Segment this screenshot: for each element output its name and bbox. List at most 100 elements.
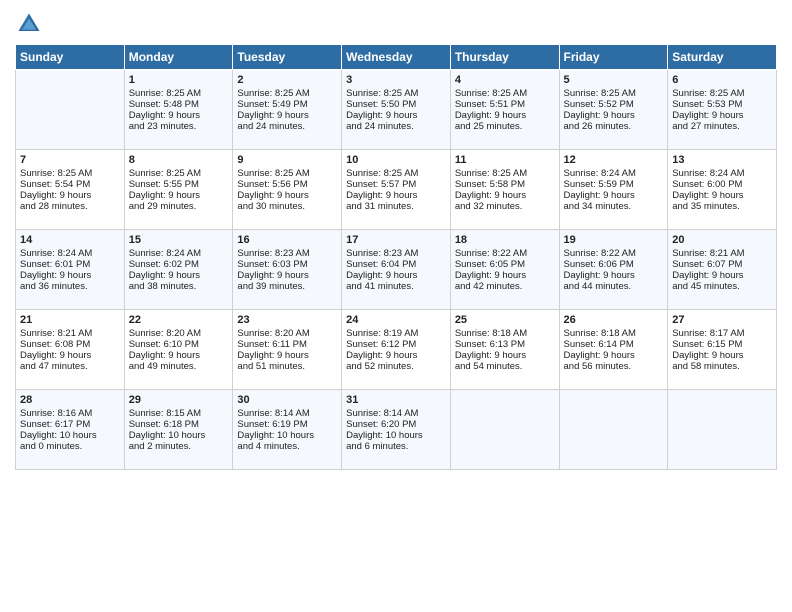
cell-line: Sunrise: 8:21 AM <box>20 328 120 339</box>
cell-line: Daylight: 9 hours <box>20 350 120 361</box>
cell-line: Daylight: 9 hours <box>129 270 229 281</box>
cell-line: and 31 minutes. <box>346 201 446 212</box>
cell-line: and 49 minutes. <box>129 361 229 372</box>
calendar-cell: 19Sunrise: 8:22 AMSunset: 6:06 PMDayligh… <box>559 230 668 310</box>
cell-line: Daylight: 9 hours <box>237 110 337 121</box>
cell-line: and 2 minutes. <box>129 441 229 452</box>
cell-line: and 0 minutes. <box>20 441 120 452</box>
cell-line: Sunrise: 8:25 AM <box>346 88 446 99</box>
week-row-5: 28Sunrise: 8:16 AMSunset: 6:17 PMDayligh… <box>16 390 777 470</box>
cell-line: Sunrise: 8:24 AM <box>20 248 120 259</box>
calendar-cell: 31Sunrise: 8:14 AMSunset: 6:20 PMDayligh… <box>342 390 451 470</box>
week-row-3: 14Sunrise: 8:24 AMSunset: 6:01 PMDayligh… <box>16 230 777 310</box>
cell-line: Daylight: 9 hours <box>455 270 555 281</box>
day-number: 18 <box>455 234 555 246</box>
cell-line: and 25 minutes. <box>455 121 555 132</box>
week-row-4: 21Sunrise: 8:21 AMSunset: 6:08 PMDayligh… <box>16 310 777 390</box>
cell-line: Sunset: 6:19 PM <box>237 419 337 430</box>
cell-line: Sunset: 6:00 PM <box>672 179 772 190</box>
cell-line: Daylight: 9 hours <box>129 110 229 121</box>
day-number: 27 <box>672 314 772 326</box>
calendar-cell: 13Sunrise: 8:24 AMSunset: 6:00 PMDayligh… <box>668 150 777 230</box>
cell-line: Daylight: 9 hours <box>237 270 337 281</box>
cell-line: Sunset: 6:17 PM <box>20 419 120 430</box>
week-row-1: 1Sunrise: 8:25 AMSunset: 5:48 PMDaylight… <box>16 70 777 150</box>
cell-line: Sunset: 6:20 PM <box>346 419 446 430</box>
cell-line: Daylight: 9 hours <box>564 110 664 121</box>
day-number: 10 <box>346 154 446 166</box>
page-container: SundayMondayTuesdayWednesdayThursdayFrid… <box>0 0 792 480</box>
calendar-cell: 25Sunrise: 8:18 AMSunset: 6:13 PMDayligh… <box>450 310 559 390</box>
cell-line: and 34 minutes. <box>564 201 664 212</box>
day-header-tuesday: Tuesday <box>233 45 342 70</box>
cell-line: Sunrise: 8:15 AM <box>129 408 229 419</box>
cell-line: Daylight: 10 hours <box>20 430 120 441</box>
day-number: 4 <box>455 74 555 86</box>
day-number: 2 <box>237 74 337 86</box>
cell-line: Sunrise: 8:25 AM <box>672 88 772 99</box>
cell-line: Sunrise: 8:20 AM <box>237 328 337 339</box>
calendar-cell: 26Sunrise: 8:18 AMSunset: 6:14 PMDayligh… <box>559 310 668 390</box>
cell-line: and 45 minutes. <box>672 281 772 292</box>
calendar-cell: 11Sunrise: 8:25 AMSunset: 5:58 PMDayligh… <box>450 150 559 230</box>
day-number: 19 <box>564 234 664 246</box>
calendar-cell: 2Sunrise: 8:25 AMSunset: 5:49 PMDaylight… <box>233 70 342 150</box>
cell-line: Sunrise: 8:25 AM <box>129 168 229 179</box>
cell-line: Sunset: 6:05 PM <box>455 259 555 270</box>
calendar-cell: 8 Sunrise: 8:25 AMSunset: 5:55 PMDaylight… <box>124 150 233 230</box>
calendar-cell: 14Sunrise: 8:24 AMSunset: 6:01 PMDayligh… <box>16 230 125 310</box>
cell-line: Daylight: 9 hours <box>129 190 229 201</box>
cell-line: Sunset: 5:55 PM <box>129 179 229 190</box>
day-number: 23 <box>237 314 337 326</box>
calendar-cell: 27Sunrise: 8:17 AMSunset: 6:15 PMDayligh… <box>668 310 777 390</box>
calendar-cell: 15Sunrise: 8:24 AMSunset: 6:02 PMDayligh… <box>124 230 233 310</box>
cell-line: and 47 minutes. <box>20 361 120 372</box>
cell-line: Sunrise: 8:25 AM <box>455 168 555 179</box>
cell-line: Sunset: 6:08 PM <box>20 339 120 350</box>
day-number: 29 <box>129 394 229 406</box>
day-header-saturday: Saturday <box>668 45 777 70</box>
day-number: 7 <box>20 154 120 166</box>
cell-line: and 52 minutes. <box>346 361 446 372</box>
cell-line: Daylight: 9 hours <box>564 350 664 361</box>
day-number: 8 <box>129 154 229 166</box>
cell-line: and 23 minutes. <box>129 121 229 132</box>
calendar-cell: 20Sunrise: 8:21 AMSunset: 6:07 PMDayligh… <box>668 230 777 310</box>
cell-line: Sunset: 6:07 PM <box>672 259 772 270</box>
cell-line: and 56 minutes. <box>564 361 664 372</box>
cell-line: and 38 minutes. <box>129 281 229 292</box>
day-number: 25 <box>455 314 555 326</box>
header-row: SundayMondayTuesdayWednesdayThursdayFrid… <box>16 45 777 70</box>
cell-line: Daylight: 9 hours <box>129 350 229 361</box>
cell-line: Sunset: 5:58 PM <box>455 179 555 190</box>
cell-line: and 39 minutes. <box>237 281 337 292</box>
cell-line: and 24 minutes. <box>346 121 446 132</box>
day-number: 5 <box>564 74 664 86</box>
cell-line: and 24 minutes. <box>237 121 337 132</box>
day-header-thursday: Thursday <box>450 45 559 70</box>
cell-line: Daylight: 9 hours <box>237 190 337 201</box>
cell-line: Sunset: 5:57 PM <box>346 179 446 190</box>
cell-line: Sunrise: 8:23 AM <box>346 248 446 259</box>
day-number: 12 <box>564 154 664 166</box>
cell-line: Daylight: 9 hours <box>672 270 772 281</box>
day-number: 11 <box>455 154 555 166</box>
calendar-cell: 9Sunrise: 8:25 AMSunset: 5:56 PMDaylight… <box>233 150 342 230</box>
cell-line: Sunset: 5:56 PM <box>237 179 337 190</box>
cell-line: Daylight: 9 hours <box>455 350 555 361</box>
calendar-cell: 30Sunrise: 8:14 AMSunset: 6:19 PMDayligh… <box>233 390 342 470</box>
cell-line: Daylight: 9 hours <box>672 190 772 201</box>
header <box>15 10 777 38</box>
day-number: 14 <box>20 234 120 246</box>
day-number: 9 <box>237 154 337 166</box>
cell-line: Daylight: 10 hours <box>129 430 229 441</box>
cell-line: Daylight: 9 hours <box>455 110 555 121</box>
calendar-cell: 10Sunrise: 8:25 AMSunset: 5:57 PMDayligh… <box>342 150 451 230</box>
calendar-cell: 12Sunrise: 8:24 AMSunset: 5:59 PMDayligh… <box>559 150 668 230</box>
day-number: 28 <box>20 394 120 406</box>
day-number: 24 <box>346 314 446 326</box>
day-header-friday: Friday <box>559 45 668 70</box>
cell-line: Sunset: 5:54 PM <box>20 179 120 190</box>
cell-line: and 51 minutes. <box>237 361 337 372</box>
cell-line: and 27 minutes. <box>672 121 772 132</box>
